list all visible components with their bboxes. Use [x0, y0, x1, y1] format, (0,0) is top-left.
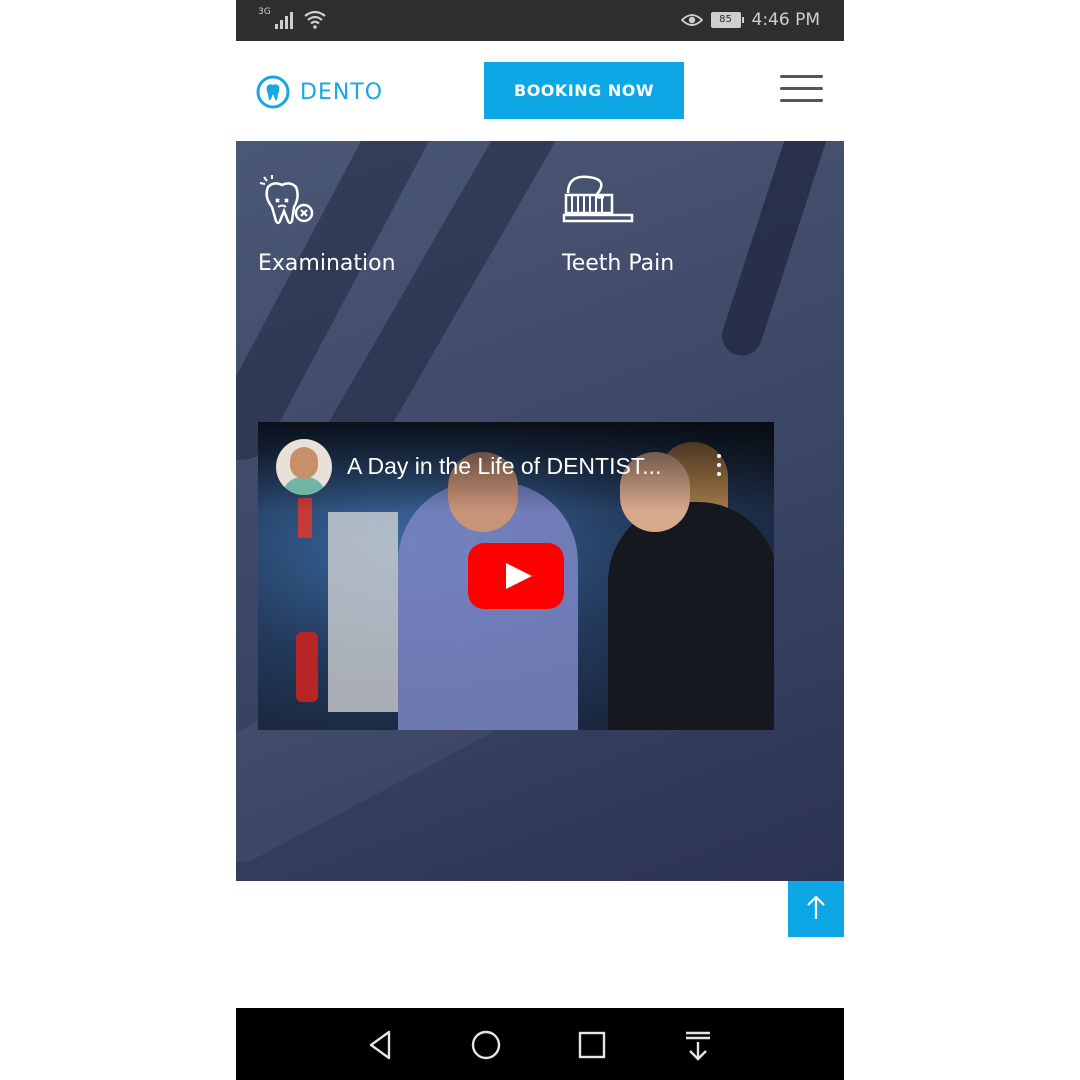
- tooth-examination-icon: [259, 175, 314, 225]
- signal-icon: [274, 12, 293, 29]
- service-examination[interactable]: Examination: [258, 173, 396, 276]
- network-type: 3G: [258, 7, 271, 17]
- tooth-logo-icon: [256, 75, 290, 109]
- fire-extinguisher: [296, 632, 318, 702]
- home-icon[interactable]: [469, 1028, 503, 1062]
- battery-level: 85: [710, 12, 741, 28]
- brand-name: DENTO: [300, 79, 384, 105]
- arrow-up-icon: [807, 895, 825, 919]
- hero-section: Examination Teeth Pain A Day in the Life…: [236, 141, 844, 881]
- site-header: DENTO BOOKING NOW: [236, 41, 844, 141]
- service-label: Teeth Pain: [562, 251, 675, 276]
- booking-now-button[interactable]: BOOKING NOW: [484, 62, 684, 119]
- youtube-video-embed[interactable]: A Day in the Life of DENTIST...: [258, 422, 774, 730]
- wifi-icon: [304, 10, 326, 29]
- back-to-top-button[interactable]: [788, 881, 844, 937]
- play-button-icon[interactable]: [468, 543, 564, 609]
- phone-screen: 3G 85 4:46 PM DENTO BOOKING NOW Examinat…: [236, 0, 844, 1080]
- notification-pull-icon[interactable]: [681, 1028, 715, 1062]
- back-icon[interactable]: [363, 1028, 397, 1062]
- eye-icon: [680, 14, 703, 26]
- video-title[interactable]: A Day in the Life of DENTIST...: [347, 453, 661, 480]
- logo[interactable]: DENTO: [256, 75, 383, 109]
- status-bar: 3G 85 4:46 PM: [236, 0, 844, 41]
- assistant-figure: [608, 502, 774, 730]
- battery-indicator: 85: [710, 12, 744, 28]
- hamburger-menu-icon[interactable]: [780, 75, 824, 107]
- more-options-icon[interactable]: [714, 454, 724, 484]
- service-teeth-pain[interactable]: Teeth Pain: [562, 173, 674, 276]
- recent-apps-icon[interactable]: [575, 1028, 609, 1062]
- android-navigation-bar: [236, 1008, 844, 1080]
- clock: 4:46 PM: [751, 10, 821, 30]
- channel-avatar[interactable]: [276, 439, 332, 495]
- service-label: Examination: [258, 251, 396, 276]
- toothbrush-icon: [562, 175, 634, 223]
